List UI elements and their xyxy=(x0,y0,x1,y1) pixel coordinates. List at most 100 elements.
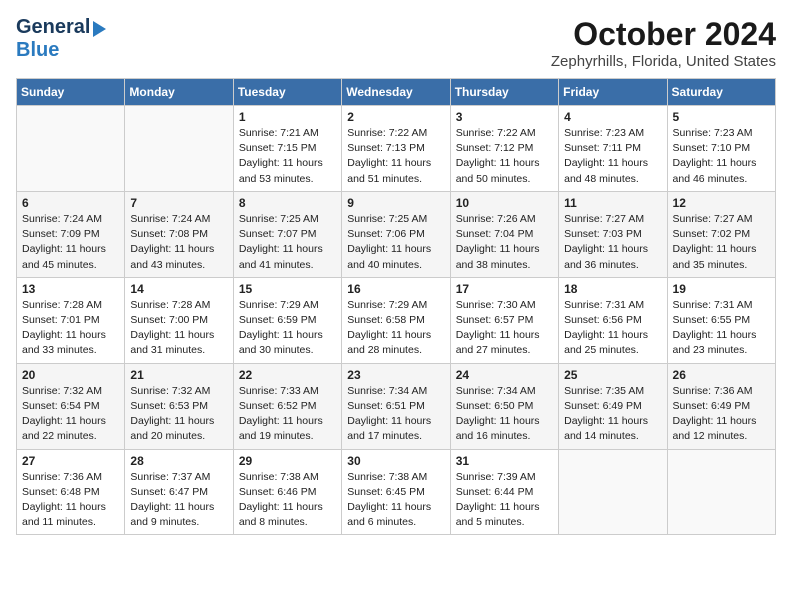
logo-general: General xyxy=(16,16,90,39)
calendar-cell xyxy=(17,106,125,192)
day-content: Sunrise: 7:32 AMSunset: 6:54 PMDaylight:… xyxy=(22,384,119,445)
cell-line: Sunrise: 7:23 AM xyxy=(673,126,770,141)
cell-line: Daylight: 11 hours xyxy=(564,414,661,429)
cell-line: and 33 minutes. xyxy=(22,343,119,358)
day-content: Sunrise: 7:25 AMSunset: 7:06 PMDaylight:… xyxy=(347,212,444,273)
day-number: 6 xyxy=(22,196,119,210)
cell-line: Sunset: 6:44 PM xyxy=(456,485,553,500)
day-content: Sunrise: 7:27 AMSunset: 7:03 PMDaylight:… xyxy=(564,212,661,273)
day-content: Sunrise: 7:29 AMSunset: 6:58 PMDaylight:… xyxy=(347,298,444,359)
logo-arrow-icon xyxy=(93,21,106,37)
cell-line: Daylight: 11 hours xyxy=(564,242,661,257)
logo-blue: Blue xyxy=(16,39,59,61)
cell-line: Sunrise: 7:24 AM xyxy=(22,212,119,227)
cell-line: and 27 minutes. xyxy=(456,343,553,358)
cell-line: Daylight: 11 hours xyxy=(673,328,770,343)
day-content: Sunrise: 7:32 AMSunset: 6:53 PMDaylight:… xyxy=(130,384,227,445)
page-header: General Blue October 2024 Zephyrhills, F… xyxy=(16,16,776,70)
day-content: Sunrise: 7:31 AMSunset: 6:56 PMDaylight:… xyxy=(564,298,661,359)
cell-line: Sunrise: 7:29 AM xyxy=(239,298,336,313)
calendar-week-5: 27 Sunrise: 7:36 AMSunset: 6:48 PMDayligh… xyxy=(17,449,776,535)
cell-line: Daylight: 11 hours xyxy=(130,328,227,343)
cell-line: Daylight: 11 hours xyxy=(239,156,336,171)
calendar-cell: 14Sunrise: 7:28 AMSunset: 7:00 PMDayligh… xyxy=(125,277,233,363)
cell-line: Sunset: 7:11 PM xyxy=(564,141,661,156)
day-number: 30 xyxy=(347,454,444,468)
cell-line: Sunrise: 7:34 AM xyxy=(456,384,553,399)
day-content: Sunrise: 7:31 AMSunset: 6:55 PMDaylight:… xyxy=(673,298,770,359)
cell-line: and 45 minutes. xyxy=(22,258,119,273)
cell-line: Sunset: 6:57 PM xyxy=(456,313,553,328)
day-number: 9 xyxy=(347,196,444,210)
cell-line: and 11 minutes. xyxy=(22,515,119,530)
cell-line: and 23 minutes. xyxy=(673,343,770,358)
cell-line: and 5 minutes. xyxy=(456,515,553,530)
calendar-cell: 7 Sunrise: 7:24 AMSunset: 7:08 PMDaylight… xyxy=(125,191,233,277)
cell-line: Sunrise: 7:29 AM xyxy=(347,298,444,313)
cell-line: Sunrise: 7:32 AM xyxy=(130,384,227,399)
header-cell-tuesday: Tuesday xyxy=(233,79,341,106)
day-number: 1 xyxy=(239,110,336,124)
cell-line: Sunrise: 7:31 AM xyxy=(564,298,661,313)
day-content: Sunrise: 7:21 AMSunset: 7:15 PMDaylight:… xyxy=(239,126,336,187)
cell-line: Sunrise: 7:22 AM xyxy=(456,126,553,141)
day-number: 15 xyxy=(239,282,336,296)
cell-line: and 43 minutes. xyxy=(130,258,227,273)
cell-line: Daylight: 11 hours xyxy=(22,500,119,515)
cell-line: Sunset: 6:54 PM xyxy=(22,399,119,414)
day-number: 2 xyxy=(347,110,444,124)
cell-line: Sunrise: 7:26 AM xyxy=(456,212,553,227)
day-content: Sunrise: 7:27 AMSunset: 7:02 PMDaylight:… xyxy=(673,212,770,273)
calendar-cell: 1 Sunrise: 7:21 AMSunset: 7:15 PMDaylight… xyxy=(233,106,341,192)
cell-line: Daylight: 11 hours xyxy=(130,414,227,429)
day-number: 28 xyxy=(130,454,227,468)
day-number: 27 xyxy=(22,454,119,468)
header-cell-sunday: Sunday xyxy=(17,79,125,106)
cell-line: and 25 minutes. xyxy=(564,343,661,358)
calendar-cell: 12 Sunrise: 7:27 AMSunset: 7:02 PMDayligh… xyxy=(667,191,775,277)
cell-line: Sunset: 6:59 PM xyxy=(239,313,336,328)
day-number: 10 xyxy=(456,196,553,210)
cell-line: Daylight: 11 hours xyxy=(456,156,553,171)
cell-line: Daylight: 11 hours xyxy=(347,242,444,257)
calendar-cell: 17Sunrise: 7:30 AMSunset: 6:57 PMDayligh… xyxy=(450,277,558,363)
day-number: 20 xyxy=(22,368,119,382)
cell-line: Sunset: 6:53 PM xyxy=(130,399,227,414)
cell-line: and 35 minutes. xyxy=(673,258,770,273)
page-title: October 2024 xyxy=(551,16,776,53)
calendar-table: SundayMondayTuesdayWednesdayThursdayFrid… xyxy=(16,78,776,535)
day-number: 5 xyxy=(673,110,770,124)
day-number: 24 xyxy=(456,368,553,382)
cell-line: Daylight: 11 hours xyxy=(239,242,336,257)
cell-line: Daylight: 11 hours xyxy=(347,500,444,515)
cell-line: Daylight: 11 hours xyxy=(22,242,119,257)
calendar-cell: 11Sunrise: 7:27 AMSunset: 7:03 PMDayligh… xyxy=(559,191,667,277)
calendar-cell: 5Sunrise: 7:23 AMSunset: 7:10 PMDaylight… xyxy=(667,106,775,192)
calendar-week-3: 13Sunrise: 7:28 AMSunset: 7:01 PMDayligh… xyxy=(17,277,776,363)
day-number: 7 xyxy=(130,196,227,210)
calendar-cell xyxy=(559,449,667,535)
day-content: Sunrise: 7:24 AMSunset: 7:08 PMDaylight:… xyxy=(130,212,227,273)
cell-line: Sunrise: 7:24 AM xyxy=(130,212,227,227)
day-content: Sunrise: 7:28 AMSunset: 7:00 PMDaylight:… xyxy=(130,298,227,359)
calendar-cell: 4Sunrise: 7:23 AMSunset: 7:11 PMDaylight… xyxy=(559,106,667,192)
cell-line: and 51 minutes. xyxy=(347,172,444,187)
day-content: Sunrise: 7:24 AMSunset: 7:09 PMDaylight:… xyxy=(22,212,119,273)
logo: General Blue xyxy=(16,16,106,62)
cell-line: Sunrise: 7:32 AM xyxy=(22,384,119,399)
day-content: Sunrise: 7:28 AMSunset: 7:01 PMDaylight:… xyxy=(22,298,119,359)
day-content: Sunrise: 7:35 AMSunset: 6:49 PMDaylight:… xyxy=(564,384,661,445)
cell-line: Sunrise: 7:35 AM xyxy=(564,384,661,399)
day-number: 12 xyxy=(673,196,770,210)
cell-line: and 22 minutes. xyxy=(22,429,119,444)
cell-line: Sunrise: 7:22 AM xyxy=(347,126,444,141)
cell-line: Sunset: 6:58 PM xyxy=(347,313,444,328)
cell-line: Sunset: 6:49 PM xyxy=(564,399,661,414)
cell-line: Sunset: 7:01 PM xyxy=(22,313,119,328)
cell-line: Sunrise: 7:25 AM xyxy=(239,212,336,227)
cell-line: Daylight: 11 hours xyxy=(673,156,770,171)
calendar-cell: 31Sunrise: 7:39 AMSunset: 6:44 PMDayligh… xyxy=(450,449,558,535)
day-content: Sunrise: 7:33 AMSunset: 6:52 PMDaylight:… xyxy=(239,384,336,445)
day-content: Sunrise: 7:38 AMSunset: 6:45 PMDaylight:… xyxy=(347,470,444,531)
day-content: Sunrise: 7:36 AMSunset: 6:48 PMDaylight:… xyxy=(22,470,119,531)
